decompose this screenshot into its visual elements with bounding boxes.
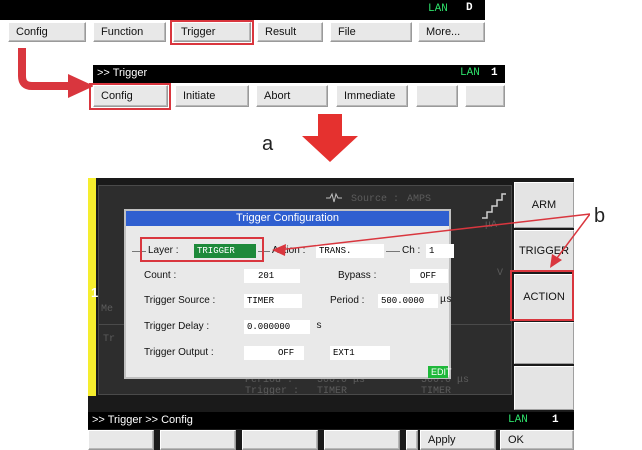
lan-value: 1 — [491, 67, 498, 79]
empty-bottom-softkey[interactable] — [88, 430, 154, 450]
arrow-right-icon — [18, 48, 94, 98]
initiate-button[interactable]: Initiate — [175, 85, 249, 107]
trigger-value-1: TIMER — [317, 386, 348, 397]
count-label: Count : — [144, 270, 177, 281]
result-menu-button[interactable]: Result — [257, 22, 323, 42]
trigger-output-label: Trigger Output : — [144, 347, 214, 358]
trigger-source-label: Trigger Source : — [144, 295, 216, 306]
config-menu-button[interactable]: Config — [8, 22, 86, 42]
file-menu-button[interactable]: File — [330, 22, 412, 42]
trigger-output-field[interactable]: OFF — [244, 346, 304, 360]
annotation-b: b — [594, 205, 606, 227]
submenu-status-bar — [93, 65, 505, 83]
measure-label: Me — [101, 304, 114, 315]
trigger-highlight-box — [170, 20, 254, 45]
trigger-delay-unit: s — [316, 321, 323, 332]
period-label: Period : — [330, 295, 365, 306]
function-menu-button[interactable]: Function — [93, 22, 166, 42]
config-highlight-box — [89, 83, 171, 110]
lan-value: D — [466, 2, 473, 14]
period-field[interactable]: 500.0000 — [378, 294, 438, 308]
top-status-bar — [0, 0, 485, 20]
trigger-delay-label: Trigger Delay : — [144, 321, 210, 332]
empty-bottom-softkey[interactable] — [160, 430, 236, 450]
edit-badge: EDIT — [428, 366, 452, 378]
empty-side-softkey[interactable] — [514, 322, 574, 364]
ok-button[interactable]: OK — [500, 430, 574, 450]
apply-button[interactable]: Apply — [420, 430, 496, 450]
layer-highlight-box — [140, 237, 264, 262]
lan-value: 1 — [552, 414, 559, 426]
lan-indicator: LAN — [460, 67, 480, 79]
lan-indicator: LAN — [428, 3, 448, 15]
empty-softkey[interactable] — [465, 85, 505, 107]
bottom-status-bar: >> Trigger >> Config LAN 1 — [88, 412, 574, 429]
empty-bottom-softkey[interactable] — [242, 430, 318, 450]
trigger-value-2: TIMER — [421, 386, 452, 397]
trigger-label: Trigger : — [245, 386, 300, 397]
more-menu-button[interactable]: More... — [418, 22, 485, 42]
trigger-source-field[interactable]: TIMER — [244, 294, 302, 308]
empty-softkey[interactable] — [416, 85, 458, 107]
lan-indicator: LAN — [508, 414, 528, 426]
abort-button[interactable]: Abort — [256, 85, 328, 107]
breadcrumb: >> Trigger >> Config — [92, 414, 193, 426]
trigger-delay-field[interactable]: 0.000000 — [244, 320, 310, 334]
trigger-output-line-field[interactable]: EXT1 — [330, 346, 390, 360]
period-unit: μs — [440, 295, 453, 306]
immediate-button[interactable]: Immediate — [336, 85, 408, 107]
empty-bottom-softkey[interactable] — [406, 430, 418, 450]
empty-bottom-softkey[interactable] — [324, 430, 400, 450]
trace-label: Tr — [103, 334, 116, 345]
empty-side-softkey[interactable] — [514, 366, 574, 410]
breadcrumb: >> Trigger — [97, 67, 148, 79]
annotation-arrows — [272, 213, 590, 268]
arrow-down-icon — [302, 114, 358, 162]
annotation-a: a — [262, 133, 274, 155]
